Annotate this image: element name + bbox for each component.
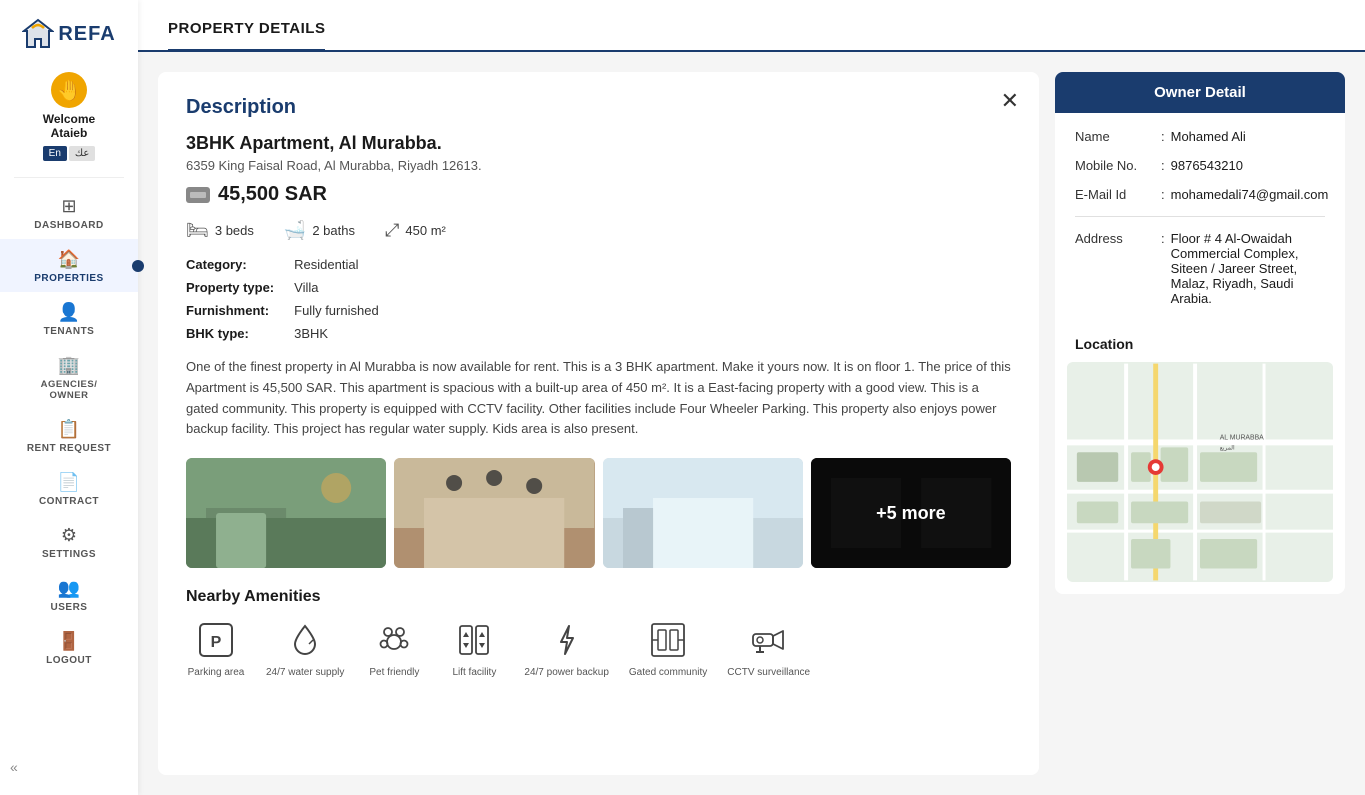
svg-text:المربع: المربع	[1220, 444, 1235, 451]
owner-body: Name : Mohamed Ali Mobile No. : 98765432…	[1055, 113, 1345, 336]
owner-mobile-row: Mobile No. : 9876543210	[1075, 158, 1325, 173]
settings-icon: ⚙	[61, 525, 77, 546]
owner-card: Owner Detail Name : Mohamed Ali Mobile N…	[1055, 72, 1345, 594]
sidebar-collapse-button[interactable]: «	[10, 759, 18, 775]
property-meta: Category: Residential Property type: Vil…	[186, 257, 1011, 341]
sidebar-item-contract[interactable]: 📄 CONTRACT	[0, 462, 138, 515]
logout-icon: 🚪	[58, 631, 80, 652]
property-address: 6359 King Faisal Road, Al Murabba, Riyad…	[186, 158, 1011, 173]
lift-icon	[454, 620, 494, 660]
owner-name-row: Name : Mohamed Ali	[1075, 129, 1325, 144]
tenants-icon: 👤	[58, 302, 80, 323]
sidebar-item-tenants[interactable]: 👤 TENANTS	[0, 292, 138, 345]
sidebar: REFA 🤚 WelcomeAtaieb En عك ⊞ DASHBOARD 🏠…	[0, 0, 138, 795]
sidebar-item-settings[interactable]: ⚙ SETTINGS	[0, 515, 138, 568]
property-image-3[interactable]	[603, 458, 803, 568]
beds-stat: 🛏 3 beds	[186, 220, 254, 241]
amenity-water: 24/7 water supply	[266, 620, 344, 679]
close-button[interactable]: ✕	[1001, 88, 1019, 114]
sidebar-item-users[interactable]: 👥 USERS	[0, 568, 138, 621]
owner-address-row: Address : Floor # 4 Al-Owaidah Commercia…	[1075, 231, 1325, 306]
property-image-more[interactable]: +5 more	[811, 458, 1011, 568]
content-area: ✕ Description 3BHK Apartment, Al Murabba…	[138, 52, 1365, 795]
amenity-power: 24/7 power backup	[524, 620, 609, 679]
property-card: ✕ Description 3BHK Apartment, Al Murabba…	[158, 72, 1039, 775]
user-name: WelcomeAtaieb	[43, 112, 95, 140]
sidebar-item-dashboard[interactable]: ⊞ DASHBOARD	[0, 186, 138, 239]
rent-request-icon: 📋	[58, 419, 80, 440]
parking-icon: P	[196, 620, 236, 660]
amenities-title: Nearby Amenities	[186, 588, 1011, 606]
logo-text: REFA	[58, 23, 115, 46]
users-icon: 👥	[58, 578, 80, 599]
sidebar-divider	[14, 177, 124, 178]
baths-stat: 🛁 2 baths	[284, 220, 355, 241]
location-title: Location	[1055, 336, 1345, 352]
amenity-parking: P Parking area	[186, 620, 246, 679]
lang-ar-button[interactable]: عك	[69, 146, 95, 161]
page-header: PROPERTY DETAILS	[138, 0, 1365, 52]
sidebar-item-rent-request[interactable]: 📋 RENT REQUEST	[0, 409, 138, 462]
logo: REFA	[22, 0, 115, 60]
amenity-pet: Pet friendly	[364, 620, 424, 679]
cctv-icon	[749, 620, 789, 660]
property-stats: 🛏 3 beds 🛁 2 baths ⤢ 450 m²	[186, 220, 1011, 241]
area-icon: ⤢	[385, 220, 399, 241]
agencies-label: AGENCIES/OWNER	[41, 379, 98, 401]
agencies-icon: 🏢	[58, 355, 80, 376]
property-price: 45,500 SAR	[186, 183, 1011, 206]
property-description: One of the finest property in Al Murabba…	[186, 357, 1011, 440]
price-icon	[186, 187, 210, 203]
gated-icon	[648, 620, 688, 660]
main-content: PROPERTY DETAILS ✕ Description 3BHK Apar…	[138, 0, 1365, 795]
owner-email-row: E-Mail Id : mohamedali74@gmail.com	[1075, 187, 1325, 202]
properties-icon: 🏠	[58, 249, 80, 270]
property-name: 3BHK Apartment, Al Murabba.	[186, 133, 1011, 154]
amenity-lift: Lift facility	[444, 620, 504, 679]
water-icon	[285, 620, 325, 660]
dashboard-icon: ⊞	[61, 196, 76, 217]
owner-divider	[1075, 216, 1325, 217]
lang-en-button[interactable]: En	[43, 146, 67, 161]
property-image-1[interactable]	[186, 458, 386, 568]
user-section: 🤚 WelcomeAtaieb En عك	[43, 60, 96, 169]
bed-icon: 🛏	[186, 220, 209, 241]
sidebar-item-properties[interactable]: 🏠 PROPERTIES	[0, 239, 138, 292]
sidebar-item-logout[interactable]: 🚪 LOGOUT	[0, 621, 138, 674]
map-container[interactable]: AL MURABBA المربع	[1067, 362, 1333, 582]
owner-panel: Owner Detail Name : Mohamed Ali Mobile N…	[1055, 72, 1345, 775]
area-stat: ⤢ 450 m²	[385, 220, 446, 241]
pet-icon	[374, 620, 414, 660]
sidebar-item-agencies[interactable]: 🏢 AGENCIES/OWNER	[0, 345, 138, 409]
svg-text:AL MURABBA: AL MURABBA	[1220, 434, 1264, 441]
amenity-gated: Gated community	[629, 620, 707, 679]
lang-switcher: En عك	[43, 146, 96, 161]
bath-icon: 🛁	[284, 220, 306, 241]
svg-text:P: P	[211, 634, 222, 651]
page-title: PROPERTY DETAILS	[168, 20, 325, 52]
property-images: +5 more	[186, 458, 1011, 568]
description-heading: Description	[186, 96, 1011, 119]
owner-header: Owner Detail	[1055, 72, 1345, 113]
avatar: 🤚	[51, 72, 87, 108]
more-images-overlay[interactable]: +5 more	[811, 458, 1011, 568]
amenities-grid: P Parking area 24/7 water supply Pet fri…	[186, 620, 1011, 679]
property-image-2[interactable]	[394, 458, 594, 568]
power-icon	[547, 620, 587, 660]
contract-icon: 📄	[58, 472, 80, 493]
amenity-cctv: CCTV surveillance	[727, 620, 810, 679]
